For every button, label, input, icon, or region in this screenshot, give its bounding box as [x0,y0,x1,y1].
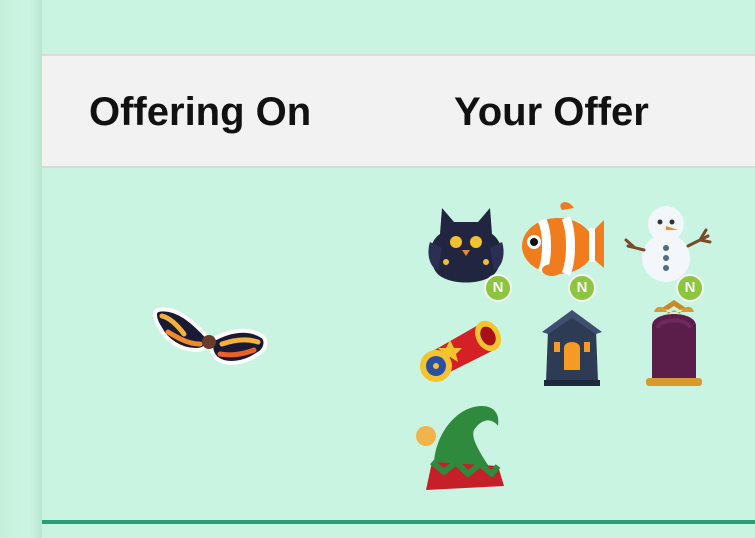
offer-item-elf-hat[interactable] [412,396,510,496]
bottom-divider [42,520,755,524]
offer-item-gravestone[interactable] [628,298,720,390]
offering-on-title: Offering On [89,90,312,134]
bat-gravestone-icon [646,300,702,386]
offer-item-cannon[interactable] [414,304,506,396]
offer-item-clownfish[interactable]: N [512,198,608,302]
neon-badge: N [484,274,512,302]
clownfish-pet-icon [522,202,604,276]
trade-panel: Offering On Your Offer N N N [42,0,755,538]
elf-hat-icon [416,406,504,490]
haunted-house-icon [542,310,602,386]
your-offer-title: Your Offer [454,90,649,134]
trade-header: Offering On Your Offer [42,54,755,168]
neon-badge: N [568,274,596,302]
offering-item[interactable] [146,292,276,384]
offer-item-owl[interactable]: N [420,198,512,302]
flame-wings-icon [152,307,268,365]
circus-cannon-icon [420,320,501,382]
snowman-pet-icon [624,206,712,282]
left-edge-panel [0,0,42,538]
offer-item-snowman[interactable]: N [620,200,716,302]
offer-item-haunted-house[interactable] [526,302,618,394]
